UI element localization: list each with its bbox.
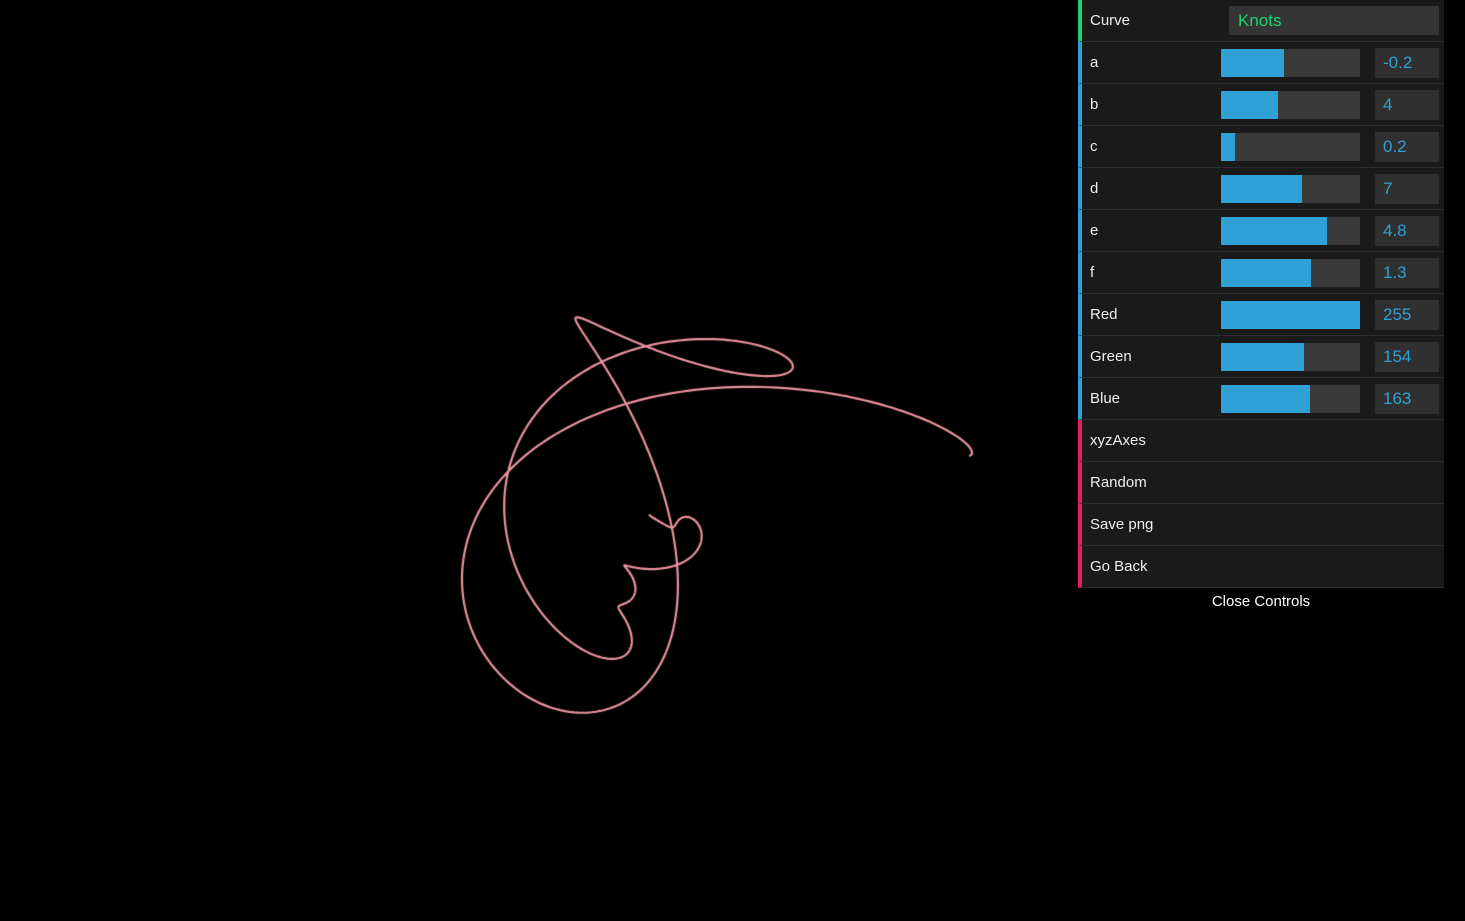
slider-fill — [1221, 133, 1235, 161]
slider-fill — [1221, 259, 1311, 287]
slider-fill — [1221, 385, 1310, 413]
slider-track[interactable] — [1221, 49, 1360, 77]
slider-track[interactable] — [1221, 133, 1360, 161]
slider-fill — [1221, 343, 1304, 371]
slider-value-input[interactable]: 1.3 — [1375, 258, 1439, 288]
slider-value-input[interactable]: 7 — [1375, 174, 1439, 204]
slider-label: a — [1090, 42, 1098, 83]
slider-fill — [1221, 49, 1284, 77]
button-label: Go Back — [1090, 546, 1148, 587]
button-label: Random — [1090, 462, 1147, 503]
slider-value-input[interactable]: 4.8 — [1375, 216, 1439, 246]
slider-fill — [1221, 91, 1278, 119]
button-label: xyzAxes — [1090, 420, 1146, 461]
slider-value-input[interactable]: 0.2 — [1375, 132, 1439, 162]
curve-label: Curve — [1090, 0, 1130, 41]
slider-track[interactable] — [1221, 91, 1360, 119]
slider-label: c — [1090, 126, 1098, 167]
slider-row-e: e 4.8 — [1078, 210, 1444, 252]
close-controls-button[interactable]: Close Controls — [1078, 588, 1444, 616]
button-random[interactable]: Random — [1078, 462, 1444, 504]
slider-label: d — [1090, 168, 1098, 209]
slider-fill — [1221, 217, 1327, 245]
slider-track[interactable] — [1221, 175, 1360, 203]
slider-row-d: d 7 — [1078, 168, 1444, 210]
slider-fill — [1221, 301, 1360, 329]
controller-rows: a -0.2 b 4 c 0.2 d 7 e 4.8 f 1.3 — [1078, 42, 1444, 588]
slider-track[interactable] — [1221, 259, 1360, 287]
slider-track[interactable] — [1221, 301, 1360, 329]
slider-value-input[interactable]: -0.2 — [1375, 48, 1439, 78]
slider-row-blue: Blue 163 — [1078, 378, 1444, 420]
slider-track[interactable] — [1221, 385, 1360, 413]
slider-track[interactable] — [1221, 343, 1360, 371]
slider-label: Green — [1090, 336, 1132, 377]
curve-select[interactable]: Knots — [1229, 6, 1439, 35]
button-save-png[interactable]: Save png — [1078, 504, 1444, 546]
dat-gui-panel: Curve Knots a -0.2 b 4 c 0.2 d 7 e 4.8 — [1078, 0, 1444, 616]
slider-row-c: c 0.2 — [1078, 126, 1444, 168]
slider-value-input[interactable]: 163 — [1375, 384, 1439, 414]
slider-value-input[interactable]: 4 — [1375, 90, 1439, 120]
slider-label: e — [1090, 210, 1098, 251]
slider-label: Blue — [1090, 378, 1120, 419]
slider-value-input[interactable]: 154 — [1375, 342, 1439, 372]
slider-row-b: b 4 — [1078, 84, 1444, 126]
slider-row-green: Green 154 — [1078, 336, 1444, 378]
curve-row: Curve Knots — [1078, 0, 1444, 42]
slider-label: b — [1090, 84, 1098, 125]
slider-label: f — [1090, 252, 1094, 293]
slider-label: Red — [1090, 294, 1118, 335]
slider-value-input[interactable]: 255 — [1375, 300, 1439, 330]
button-label: Save png — [1090, 504, 1153, 545]
slider-track[interactable] — [1221, 217, 1360, 245]
slider-row-red: Red 255 — [1078, 294, 1444, 336]
button-go-back[interactable]: Go Back — [1078, 546, 1444, 588]
app-window: Curve Knots a -0.2 b 4 c 0.2 d 7 e 4.8 — [0, 0, 1465, 921]
button-xyzaxes[interactable]: xyzAxes — [1078, 420, 1444, 462]
slider-row-f: f 1.3 — [1078, 252, 1444, 294]
slider-fill — [1221, 175, 1302, 203]
slider-row-a: a -0.2 — [1078, 42, 1444, 84]
